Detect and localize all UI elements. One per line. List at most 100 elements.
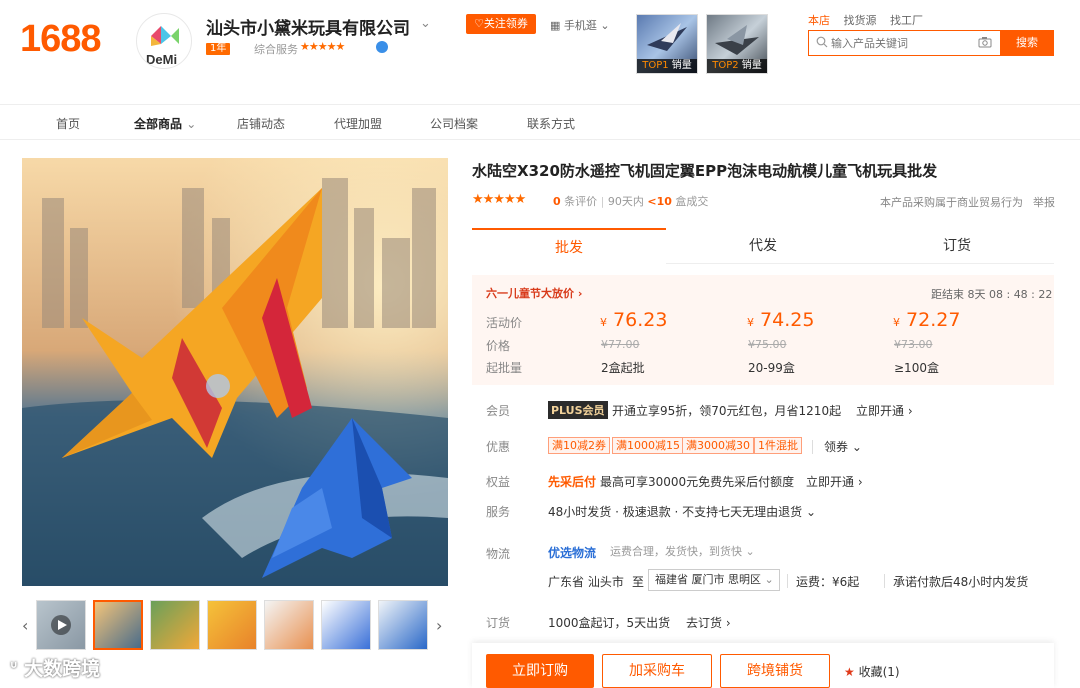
tier-3-original-price: ¥73.00	[894, 338, 933, 351]
tier-2-active-price: ¥ 74.25	[747, 309, 815, 331]
coupon-2[interactable]: 满1000减15	[612, 437, 684, 454]
site-logo[interactable]: 1688	[20, 18, 102, 61]
shop-logo-text: DeMi	[146, 52, 177, 67]
pay-later-tag: 先采后付	[548, 475, 597, 489]
nav-home[interactable]: 首页	[56, 115, 80, 132]
main-product-image[interactable]	[22, 158, 448, 586]
search-button[interactable]: 搜索	[1000, 30, 1054, 56]
favorite-button[interactable]: ★ 收藏(1)	[844, 663, 900, 680]
grid-icon: ▦	[550, 19, 564, 32]
destination-select[interactable]: 福建省 厦门市 思明区 ⌄	[648, 569, 780, 591]
thumbnail-6[interactable]	[378, 600, 428, 650]
ship-to-label: 至	[632, 575, 645, 589]
plus-member-badge: PLUS会员	[548, 401, 608, 419]
camera-icon[interactable]	[978, 36, 992, 48]
nav-all-products[interactable]: 全部商品 ⌄	[134, 115, 196, 132]
add-to-cart-button[interactable]: 加采购车	[602, 654, 712, 688]
thumbnail-video[interactable]	[36, 600, 86, 650]
shop-logo-graphic: DeMi	[146, 26, 179, 67]
tab-wholesale[interactable]: 批发	[472, 228, 666, 264]
play-icon	[51, 615, 71, 635]
service-label: 综合服务	[254, 43, 298, 56]
moq-label: 起批量	[486, 361, 523, 375]
buy-now-button[interactable]: 立即订购	[486, 654, 594, 688]
tab-dropship[interactable]: 代发	[666, 228, 860, 264]
preferred-logistics-tag: 优选物流	[548, 546, 597, 560]
thumbnail-strip: ‹ ›	[22, 600, 448, 652]
search-scope-products[interactable]: 找货源	[844, 14, 877, 27]
nav-contact[interactable]: 联系方式	[527, 115, 575, 132]
thumbnail-5[interactable]	[321, 600, 371, 650]
logistics-note[interactable]: 运费合理，发货快，到货快 ⌄	[610, 543, 755, 559]
search-scope-factory[interactable]: 找工厂	[890, 14, 923, 27]
watermark: ᐡ 大数跨境	[10, 658, 101, 680]
service-text[interactable]: 48小时发货 · 极速退款 · 不支持七天无理由退货 ⌄	[548, 503, 816, 520]
shop-year-badge: 1年	[206, 43, 231, 55]
search-input[interactable]	[831, 31, 981, 55]
chevron-down-icon[interactable]: ⌄	[420, 16, 431, 31]
logistics-label: 物流	[486, 547, 511, 561]
tier-3-active-price: ¥ 72.27	[893, 309, 961, 331]
claim-coupon-link[interactable]: 领券 ⌄	[824, 438, 862, 455]
weibo-icon: ᐡ	[10, 658, 25, 680]
follow-button[interactable]: ♡关注领券	[466, 14, 536, 34]
order-label: 订货	[486, 616, 511, 630]
top-item-2[interactable]: TOP2 销量	[706, 14, 768, 74]
chevron-down-icon: ⌄	[764, 573, 774, 586]
search-scope-links: 本店 找货源 找工厂	[808, 12, 933, 28]
search-icon	[816, 36, 828, 48]
top-item-1[interactable]: TOP1 销量	[636, 14, 698, 74]
shop-name[interactable]: 汕头市小黛米玩具有限公司	[206, 14, 410, 39]
thumbnail-1[interactable]	[93, 600, 143, 650]
mobile-label: 手机逛	[563, 19, 597, 32]
top-item-2-image	[715, 25, 759, 55]
benefit-activate-link[interactable]: 立即开通 ›	[806, 473, 863, 490]
tier-1-quantity: 2盒起批	[601, 361, 645, 375]
report-link[interactable]: 举报	[1033, 194, 1055, 210]
nav-company-profile[interactable]: 公司档案	[430, 115, 478, 132]
shop-nav: 首页 全部商品 ⌄ 店铺动态 代理加盟 公司档案 联系方式	[0, 104, 1080, 140]
benefit-text: 最高可享30000元免费先采后付额度	[600, 475, 795, 489]
tier-3-quantity: ≥100盒	[894, 361, 939, 375]
chevron-down-icon: ⌄	[596, 19, 610, 32]
chevron-left-icon[interactable]: ‹	[22, 616, 28, 635]
purchase-mode-tabs: 批发 代发 订货	[472, 228, 1054, 264]
order-text: 1000盒起订，5天出货	[548, 616, 671, 630]
top-item-1-caption: TOP1 销量	[637, 59, 697, 73]
shop-logo[interactable]: DeMi	[136, 13, 192, 69]
price-label: 价格	[486, 339, 511, 353]
service-row-label: 服务	[486, 505, 511, 519]
discount-label: 优惠	[486, 440, 511, 454]
member-label: 会员	[486, 404, 511, 418]
mobile-link[interactable]: ▦ 手机逛 ⌄	[550, 17, 610, 33]
thumbnail-2[interactable]	[150, 600, 200, 650]
crossborder-list-button[interactable]: 跨境铺货	[720, 654, 830, 688]
tier-2-quantity: 20-99盒	[748, 361, 795, 375]
chevron-down-icon: ⌄	[186, 117, 197, 131]
thumbnail-3[interactable]	[207, 600, 257, 650]
chevron-right-icon[interactable]: ›	[436, 616, 442, 635]
tab-order[interactable]: 订货	[860, 228, 1054, 264]
member-activate-link[interactable]: 立即开通 ›	[856, 402, 913, 419]
nav-shop-updates[interactable]: 店铺动态	[237, 115, 285, 132]
search-scope-shop[interactable]: 本店	[808, 14, 830, 27]
promo-label[interactable]: 六一儿童节大放价 ›	[486, 285, 582, 301]
product-photo	[22, 158, 448, 586]
review-label[interactable]: 条评价	[564, 195, 597, 208]
go-order-link[interactable]: 去订货 ›	[686, 614, 731, 631]
rating-stars: ★★★★★	[472, 192, 526, 207]
nav-agent[interactable]: 代理加盟	[334, 115, 382, 132]
coupon-4[interactable]: 1件混批	[754, 437, 802, 454]
top-item-2-caption: TOP2 销量	[707, 59, 767, 73]
delivery-promise: 承诺付款后48小时内发货	[893, 575, 1029, 589]
thumbnail-4[interactable]	[264, 600, 314, 650]
divider	[884, 574, 885, 588]
divider	[787, 574, 788, 588]
coupon-1[interactable]: 满10减2券	[548, 437, 610, 454]
divider	[812, 440, 813, 454]
active-price-label: 活动价	[486, 316, 523, 330]
tier-2-original-price: ¥75.00	[748, 338, 787, 351]
product-title: 水陆空X320防水遥控飞机固定翼EPP泡沫电动航模儿童飞机玩具批发	[472, 162, 938, 180]
sold-value: <10	[647, 195, 672, 208]
coupon-3[interactable]: 满3000减30	[682, 437, 754, 454]
